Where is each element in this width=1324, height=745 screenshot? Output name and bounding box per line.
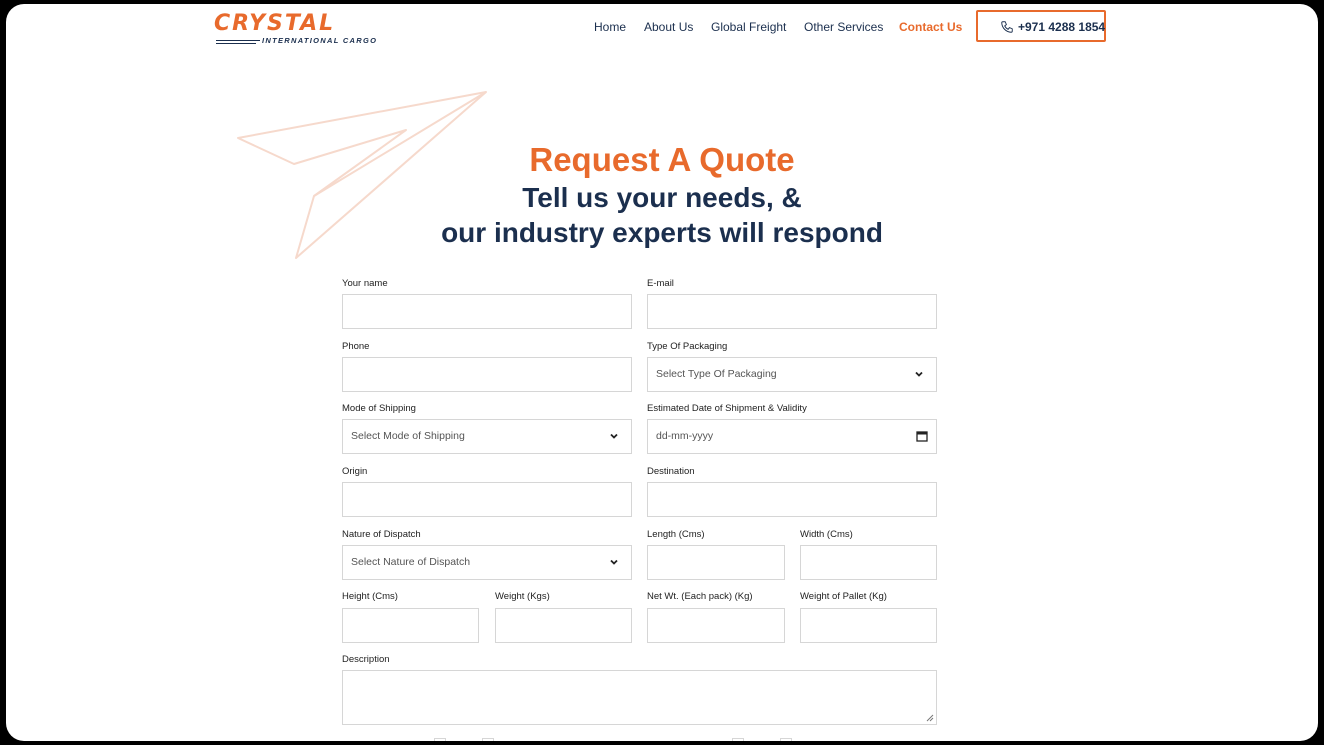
description-textarea[interactable]: [342, 670, 937, 725]
height-label: Height (Cms): [342, 591, 398, 602]
page-subtitle-line1: Tell us your needs, &: [522, 182, 802, 213]
resize-grip-icon[interactable]: [926, 714, 934, 722]
email-label: E-mail: [647, 278, 674, 289]
weight-input[interactable]: [495, 608, 632, 643]
logo-tagline: INTERNATIONAL CARGO: [262, 36, 378, 45]
logo-line: [216, 43, 256, 44]
length-label: Length (Cms): [647, 529, 705, 540]
phone-button[interactable]: +971 4288 1854: [976, 10, 1106, 42]
phone-icon: [1001, 21, 1013, 33]
nav-about-us[interactable]: About Us: [644, 20, 693, 34]
nav-contact-us[interactable]: Contact Us: [899, 20, 962, 34]
description-label: Description: [342, 654, 390, 665]
page-subtitle-line2: our industry experts will respond: [441, 217, 883, 248]
mode-placeholder: Select Mode of Shipping: [351, 430, 465, 442]
checkbox[interactable]: [732, 738, 744, 741]
checkbox[interactable]: [482, 738, 494, 741]
destination-input[interactable]: [647, 482, 937, 517]
logo[interactable]: CRYSTAL INTERNATIONAL CARGO: [214, 12, 379, 48]
packaging-label: Type Of Packaging: [647, 341, 728, 352]
nav-home[interactable]: Home: [594, 20, 626, 34]
date-placeholder: dd-mm-yyyy: [656, 430, 714, 442]
chevron-down-icon: [610, 559, 618, 565]
page-title: Request A Quote: [529, 141, 795, 178]
packaging-placeholder: Select Type Of Packaging: [656, 368, 777, 380]
page: CRYSTAL INTERNATIONAL CARGO Home About U…: [6, 4, 1318, 741]
origin-input[interactable]: [342, 482, 632, 517]
logo-line: [216, 40, 260, 41]
packaging-select[interactable]: Select Type Of Packaging: [647, 357, 937, 392]
dispatch-placeholder: Select Nature of Dispatch: [351, 556, 471, 568]
origin-label: Origin: [342, 466, 368, 477]
date-label: Estimated Date of Shipment & Validity: [647, 403, 807, 414]
width-input[interactable]: [800, 545, 937, 580]
checkbox[interactable]: [780, 738, 792, 741]
chevron-down-icon: [915, 371, 923, 377]
logo-wordmark: CRYSTAL: [214, 11, 336, 36]
height-input[interactable]: [342, 608, 479, 643]
name-input[interactable]: [342, 294, 632, 329]
dispatch-select[interactable]: Select Nature of Dispatch: [342, 545, 632, 580]
name-label: Your name: [342, 278, 388, 289]
pallet-label: Weight of Pallet (Kg): [800, 591, 887, 602]
nav-global-freight[interactable]: Global Freight: [711, 20, 786, 34]
destination-label: Destination: [647, 466, 695, 477]
email-input[interactable]: [647, 294, 937, 329]
checkbox[interactable]: [434, 738, 446, 741]
length-input[interactable]: [647, 545, 785, 580]
weight-label: Weight (Kgs): [495, 591, 550, 602]
netwt-label: Net Wt. (Each pack) (Kg): [647, 591, 753, 602]
date-input[interactable]: dd-mm-yyyy: [647, 419, 937, 454]
phone-number: +971 4288 1854: [1018, 20, 1106, 34]
chevron-down-icon: [610, 433, 618, 439]
phone-input[interactable]: [342, 357, 632, 392]
mode-label: Mode of Shipping: [342, 403, 416, 414]
netwt-input[interactable]: [647, 608, 785, 643]
calendar-icon[interactable]: [916, 430, 928, 442]
nav-other-services[interactable]: Other Services: [804, 20, 883, 34]
dispatch-label: Nature of Dispatch: [342, 529, 421, 540]
phone-label: Phone: [342, 341, 370, 352]
width-label: Width (Cms): [800, 529, 853, 540]
pallet-input[interactable]: [800, 608, 937, 643]
mode-select[interactable]: Select Mode of Shipping: [342, 419, 632, 454]
